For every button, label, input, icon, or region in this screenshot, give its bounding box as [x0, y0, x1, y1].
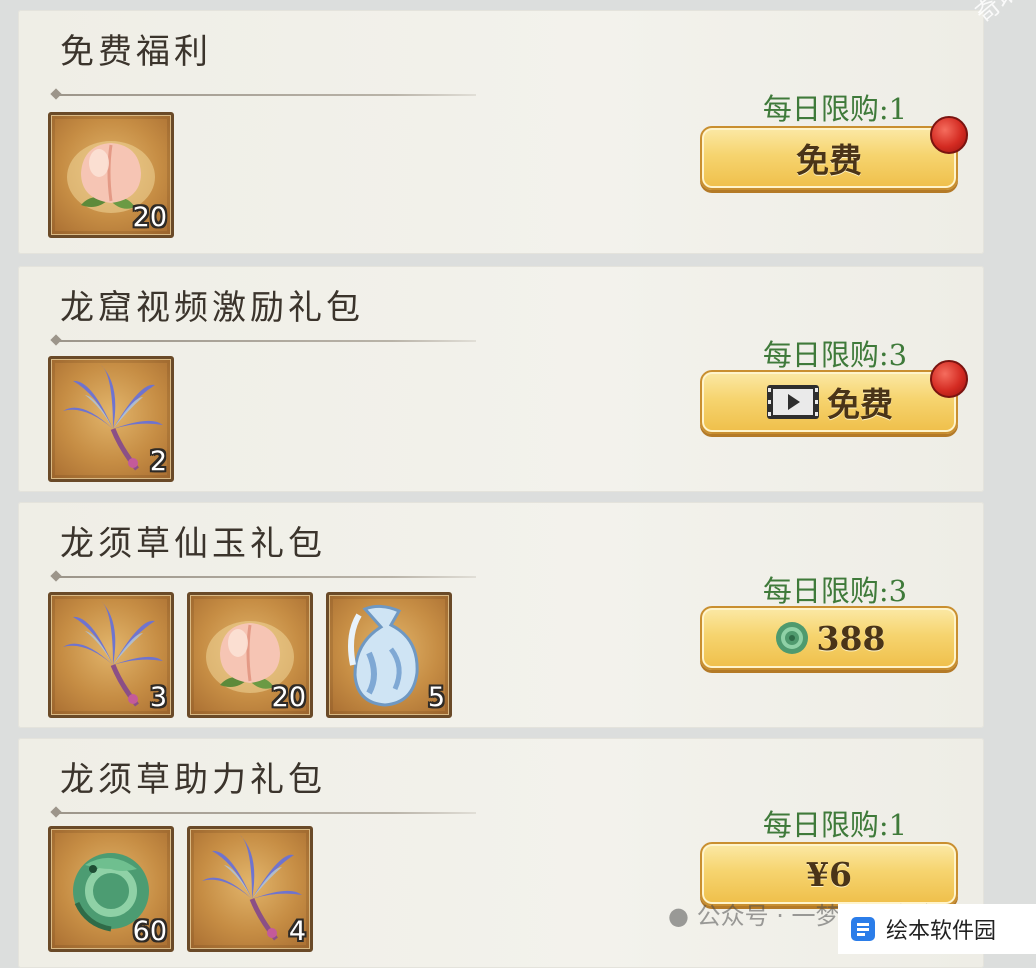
item-quantity: 20 [132, 202, 167, 233]
button-label: ¥6 [806, 854, 852, 894]
reward-item[interactable]: 20 [48, 112, 174, 238]
wechat-icon: ● [668, 902, 689, 930]
daily-limit-label: 每日限购:3 [762, 574, 908, 608]
watch-video-free-button[interactable]: 免费 [700, 370, 958, 434]
reward-item[interactable]: 5 [326, 592, 452, 718]
buy-with-jade-button[interactable]: 388 [700, 606, 958, 670]
item-quantity: 2 [149, 446, 167, 477]
brand-name: 绘本软件园 [886, 919, 997, 944]
pack-title: 龙须草助力礼包 [60, 760, 326, 800]
pack-title: 龙窟视频激励礼包 [60, 288, 364, 328]
pack-card-video-reward: 龙窟视频激励礼包 2 每日限购:3 免费 [18, 266, 984, 492]
pack-title: 龙须草仙玉礼包 [60, 524, 326, 564]
item-quantity: 3 [149, 682, 167, 713]
daily-limit-label: 每日限购:1 [762, 808, 908, 842]
pack-card-jade-bundle: 龙须草仙玉礼包 3 20 5 每日限购:3 388 [18, 502, 984, 728]
title-divider [56, 812, 476, 814]
pack-card-free-welfare: 免费福利 20 每日限购:1 免费 [18, 10, 984, 254]
button-label: 免费 [827, 385, 893, 424]
video-icon [767, 385, 819, 419]
item-quantity: 5 [427, 682, 445, 713]
reward-item[interactable]: 3 [48, 592, 174, 718]
item-quantity: 4 [288, 916, 306, 947]
jade-currency-icon [775, 622, 808, 654]
reward-item[interactable]: 2 [48, 356, 174, 482]
button-label: 388 [816, 618, 886, 658]
button-label: 免费 [796, 141, 862, 180]
title-divider [56, 94, 476, 96]
daily-limit-label: 每日限购:1 [762, 92, 908, 126]
reward-item[interactable]: 60 [48, 826, 174, 952]
item-quantity: 20 [271, 682, 306, 713]
item-quantity: 60 [132, 916, 167, 947]
pack-title: 免费福利 [60, 32, 212, 72]
notification-dot [930, 116, 968, 154]
reward-item[interactable]: 4 [187, 826, 313, 952]
title-divider [56, 576, 476, 578]
brand-logo-icon [851, 917, 875, 941]
brand-badge: 绘本软件园 [838, 904, 1036, 954]
title-divider [56, 340, 476, 342]
daily-limit-label: 每日限购:3 [762, 338, 908, 372]
notification-dot [930, 360, 968, 398]
free-claim-button[interactable]: 免费 [700, 126, 958, 190]
reward-item[interactable]: 20 [187, 592, 313, 718]
